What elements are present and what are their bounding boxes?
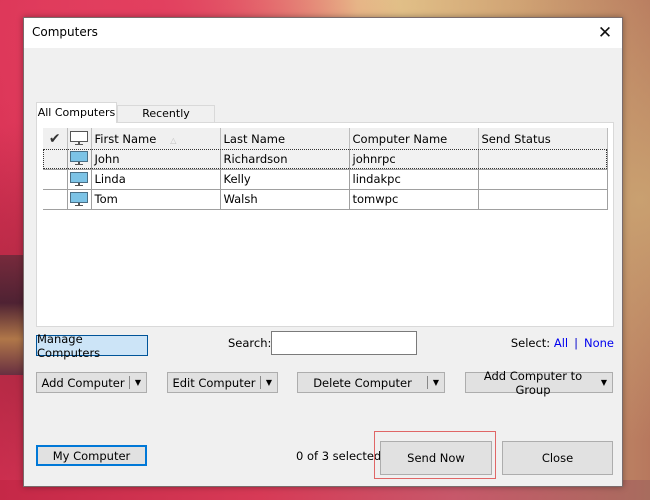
table-row[interactable]: Linda Kelly lindakpc bbox=[43, 169, 608, 190]
cell-last-name: Walsh bbox=[219, 189, 350, 210]
tab-recently-accessed[interactable]: Recently Accessed bbox=[117, 105, 215, 133]
cell-last-name: Kelly bbox=[219, 169, 350, 190]
tab-panel: ✔ First Name △ Last Name Computer Name Se… bbox=[36, 122, 614, 327]
row-monitor bbox=[66, 189, 92, 210]
dropdown-arrow-icon[interactable]: ▼ bbox=[130, 378, 146, 387]
title-bar: Computers ✕ bbox=[24, 18, 622, 48]
row-checkbox[interactable] bbox=[43, 189, 68, 210]
select-separator: | bbox=[574, 336, 578, 350]
search-input[interactable] bbox=[271, 331, 417, 355]
cell-first-name: Linda bbox=[90, 169, 221, 190]
cell-last-name: Richardson bbox=[219, 149, 350, 170]
cell-computer-name: johnrpc bbox=[348, 149, 479, 170]
table-header: ✔ First Name △ Last Name Computer Name Se… bbox=[43, 128, 608, 149]
computers-dialog: Computers ✕ All Computers Recently Acces… bbox=[23, 17, 623, 487]
row-monitor bbox=[66, 149, 92, 170]
column-send-status[interactable]: Send Status bbox=[478, 128, 608, 149]
edit-computer-button[interactable]: Edit Computer ▼ bbox=[167, 372, 278, 393]
selection-count: 0 of 3 selected bbox=[296, 449, 382, 463]
select-label: Select: bbox=[510, 336, 551, 350]
sort-ascending-icon: △ bbox=[170, 135, 177, 145]
table-row[interactable]: Tom Walsh tomwpc bbox=[43, 189, 608, 210]
monitor-column-header[interactable] bbox=[67, 128, 92, 149]
column-last-name[interactable]: Last Name bbox=[220, 128, 350, 149]
close-x-icon[interactable]: ✕ bbox=[594, 22, 616, 44]
row-checkbox[interactable] bbox=[43, 149, 68, 170]
cell-send-status bbox=[477, 189, 608, 210]
column-computer-name[interactable]: Computer Name bbox=[349, 128, 479, 149]
row-monitor bbox=[66, 169, 92, 190]
select-links: Select: All | None bbox=[511, 336, 614, 350]
close-button[interactable]: Close bbox=[502, 441, 613, 475]
cell-computer-name: lindakpc bbox=[348, 169, 479, 190]
background-artwork bbox=[0, 255, 24, 375]
check-column-header[interactable]: ✔ bbox=[43, 128, 68, 149]
column-first-name[interactable]: First Name △ bbox=[91, 128, 221, 149]
edit-computer-label: Edit Computer bbox=[172, 375, 256, 390]
window-title: Computers bbox=[32, 25, 98, 39]
dropdown-arrow-icon[interactable]: ▼ bbox=[261, 378, 277, 387]
dropdown-arrow-icon[interactable]: ▼ bbox=[596, 378, 612, 387]
add-to-group-label: Add Computer to Group bbox=[483, 368, 583, 397]
cell-send-status bbox=[477, 149, 608, 170]
monitor-icon bbox=[70, 131, 88, 146]
select-all-link[interactable]: All bbox=[554, 336, 568, 350]
delete-computer-label: Delete Computer bbox=[313, 375, 412, 390]
delete-computer-button[interactable]: Delete Computer ▼ bbox=[297, 372, 445, 393]
add-to-group-button[interactable]: Add Computer to Group ▼ bbox=[465, 369, 613, 397]
my-computer-button[interactable]: My Computer bbox=[36, 445, 147, 466]
send-now-button[interactable]: Send Now bbox=[380, 441, 492, 475]
dropdown-arrow-icon[interactable]: ▼ bbox=[428, 378, 444, 387]
monitor-icon bbox=[70, 171, 88, 187]
monitor-icon bbox=[70, 151, 88, 166]
cell-computer-name: tomwpc bbox=[348, 189, 479, 210]
checkmark-icon: ✔ bbox=[48, 130, 61, 147]
add-computer-button[interactable]: Add Computer ▼ bbox=[36, 372, 147, 393]
search-label: Search: bbox=[228, 336, 272, 350]
table-row[interactable]: John Richardson johnrpc bbox=[43, 149, 608, 170]
row-checkbox[interactable] bbox=[43, 169, 68, 190]
cell-first-name: John bbox=[90, 149, 221, 170]
computers-table: ✔ First Name △ Last Name Computer Name Se… bbox=[43, 128, 608, 210]
cell-send-status bbox=[477, 169, 608, 190]
monitor-icon bbox=[70, 191, 88, 207]
select-none-link[interactable]: None bbox=[584, 336, 614, 350]
tab-all-computers[interactable]: All Computers bbox=[36, 102, 117, 123]
cell-first-name: Tom bbox=[90, 189, 221, 210]
manage-computers-button[interactable]: Manage Computers bbox=[36, 332, 148, 360]
add-computer-label: Add Computer bbox=[41, 375, 125, 390]
